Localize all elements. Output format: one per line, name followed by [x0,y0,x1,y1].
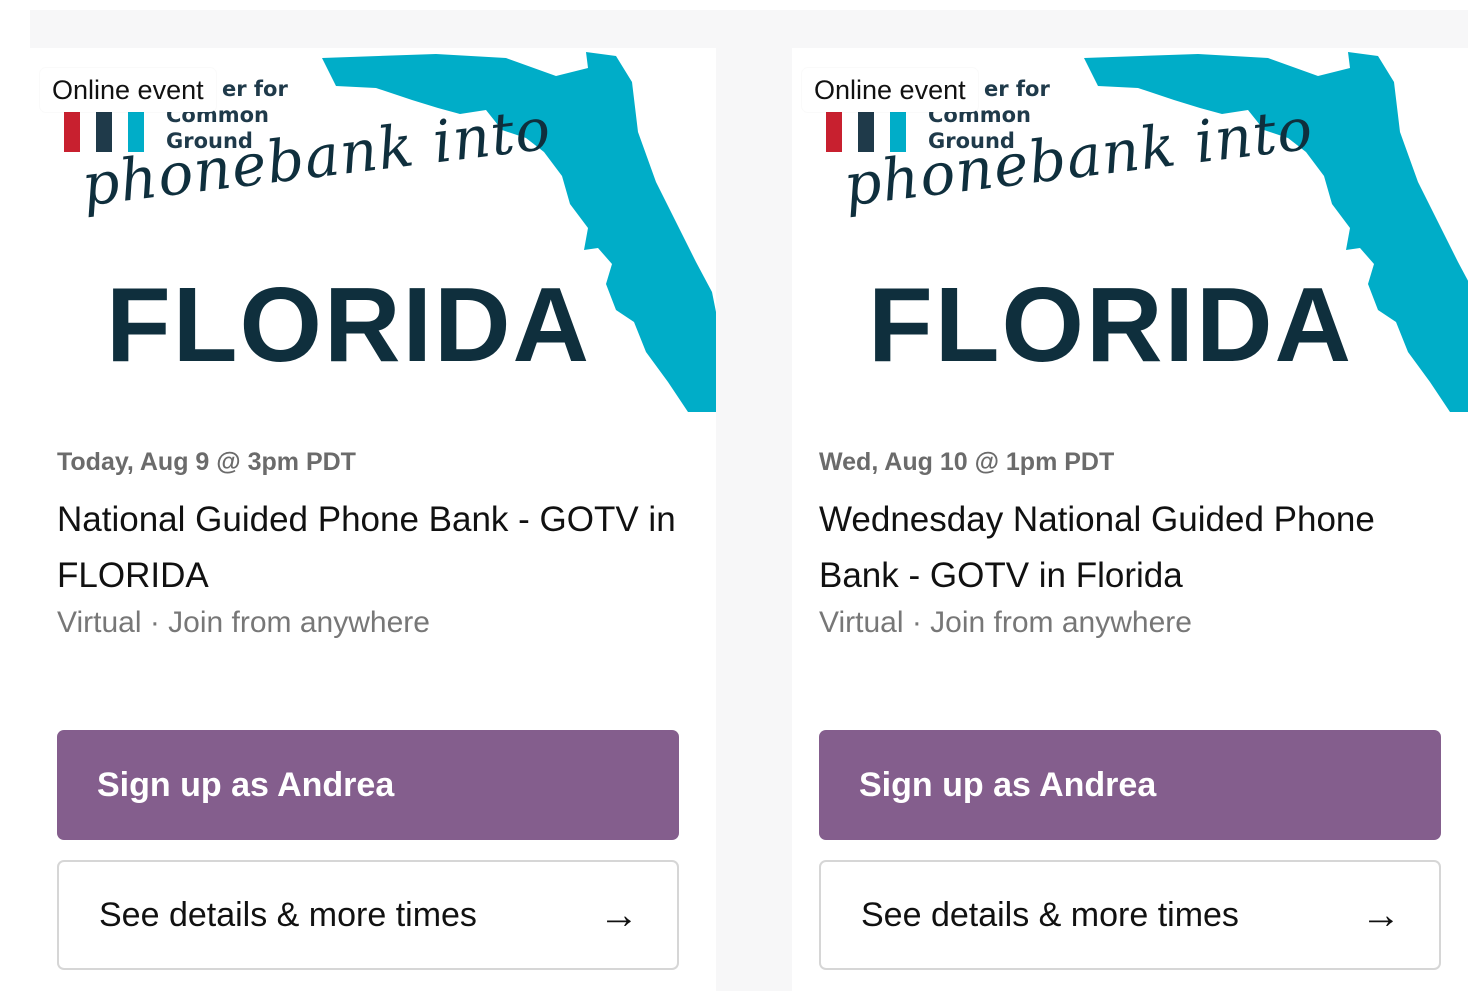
online-event-badge: Online event [40,68,216,112]
see-details-button[interactable]: See details & more times → [57,860,679,970]
event-location: Virtual · Join from anywhere [57,606,430,639]
event-date: Wed, Aug 10 @ 1pm PDT [819,448,1115,476]
arrow-right-icon: → [599,893,639,937]
sign-up-button[interactable]: Sign up as Andrea [819,730,1441,840]
arrow-right-icon: → [1361,893,1401,937]
event-location: Virtual · Join from anywhere [819,606,1192,639]
see-details-label: See details & more times [99,895,477,934]
event-image[interactable]: er for Common Ground phonebank into FLOR… [30,48,716,412]
event-card[interactable]: er for Common Ground phonebank into FLOR… [30,48,716,991]
event-date: Today, Aug 9 @ 3pm PDT [57,448,356,476]
image-state-text: FLORIDA [868,266,1354,384]
online-event-badge: Online event [802,68,978,112]
see-details-label: See details & more times [861,895,1239,934]
sign-up-button[interactable]: Sign up as Andrea [57,730,679,840]
see-details-button[interactable]: See details & more times → [819,860,1441,970]
event-title[interactable]: National Guided Phone Bank - GOTV in FLO… [57,492,697,604]
event-image[interactable]: er for Common Ground phonebank into FLOR… [792,48,1468,412]
image-state-text: FLORIDA [106,266,592,384]
event-card[interactable]: er for Common Ground phonebank into FLOR… [792,48,1468,991]
event-title[interactable]: Wednesday National Guided Phone Bank - G… [819,492,1459,604]
